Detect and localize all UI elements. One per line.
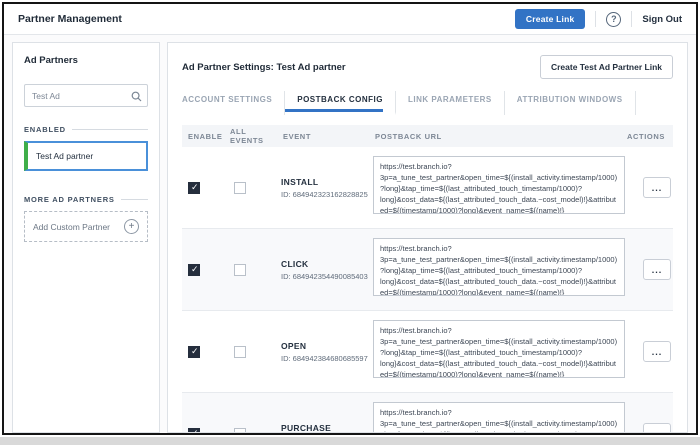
column-header-event: EVENT [281, 132, 373, 141]
search-input[interactable] [24, 84, 148, 107]
enable-checkbox[interactable] [188, 182, 200, 194]
sidebar-item-test-ad-partner[interactable]: Test Ad partner [24, 141, 148, 171]
topbar-actions: Create Link ? Sign Out [515, 9, 682, 29]
divider [72, 129, 148, 130]
divider [595, 11, 596, 27]
all-events-checkbox[interactable] [234, 264, 246, 276]
divider [631, 11, 632, 27]
more-partners-label: MORE AD PARTNERS [24, 195, 115, 204]
ad-partners-sidebar: Ad Partners ENABLED Test Ad partner MORE… [12, 42, 160, 433]
row-actions-button[interactable]: ... [643, 259, 671, 280]
help-icon[interactable]: ? [606, 12, 621, 27]
create-test-ad-partner-link-button[interactable]: Create Test Ad Partner Link [540, 55, 673, 79]
enabled-section-header: ENABLED [24, 125, 148, 134]
enable-checkbox[interactable] [188, 428, 200, 433]
event-id: ID: 684942354490085403 [281, 272, 373, 281]
row-actions-button[interactable]: ... [643, 341, 671, 362]
column-header-all-events: ALL EVENTS [228, 127, 281, 145]
sidebar-title: Ad Partners [24, 55, 148, 66]
desktop-background [0, 437, 700, 445]
enable-checkbox[interactable] [188, 264, 200, 276]
table-row-click: CLICK ID: 684942354490085403 https://tes… [182, 229, 673, 311]
add-custom-partner-label: Add Custom Partner [33, 222, 110, 232]
page-title: Partner Management [18, 13, 122, 25]
table-row-purchase: PURCHASE ID: 684942403815100446 https://… [182, 393, 673, 432]
partner-settings-panel: Ad Partner Settings: Test Ad partner Cre… [167, 42, 688, 433]
table-row-install: INSTALL ID: 684942323162828825 https://t… [182, 147, 673, 229]
top-bar: Partner Management Create Link ? Sign Ou… [4, 4, 696, 35]
event-id: ID: 684942384680685597 [281, 354, 373, 363]
create-link-button[interactable]: Create Link [515, 9, 586, 29]
more-partners-section-header: MORE AD PARTNERS [24, 195, 148, 204]
settings-header: Ad Partner Settings: Test Ad partner Cre… [182, 55, 673, 79]
postback-url-input[interactable]: https://test.branch.io?3p=a_tune_test_pa… [373, 156, 625, 214]
plus-circle-icon: + [124, 219, 139, 234]
postback-table: ENABLE ALL EVENTS EVENT POSTBACK URL ACT… [182, 125, 673, 432]
content-area: Ad Partners ENABLED Test Ad partner MORE… [4, 35, 696, 433]
event-name: CLICK [281, 259, 373, 269]
settings-title: Ad Partner Settings: Test Ad partner [182, 62, 346, 73]
app-window: Partner Management Create Link ? Sign Ou… [2, 2, 698, 435]
sign-out-button[interactable]: Sign Out [642, 14, 682, 25]
search-icon [131, 89, 142, 107]
partner-search [24, 84, 148, 107]
settings-tabs: ACCOUNT SETTINGS POSTBACK CONFIG LINK PA… [182, 91, 673, 115]
tab-attribution-windows[interactable]: ATTRIBUTION WINDOWS [505, 91, 636, 115]
column-header-enable: ENABLE [182, 132, 228, 141]
row-actions-button[interactable]: ... [643, 423, 671, 432]
all-events-checkbox[interactable] [234, 428, 246, 433]
tab-link-parameters[interactable]: LINK PARAMETERS [396, 91, 505, 115]
event-name: INSTALL [281, 177, 373, 187]
postback-url-input[interactable]: https://test.branch.io?3p=a_tune_test_pa… [373, 238, 625, 296]
postback-url-input[interactable]: https://test.branch.io?3p=a_tune_test_pa… [373, 402, 625, 432]
event-name: OPEN [281, 341, 373, 351]
table-header: ENABLE ALL EVENTS EVENT POSTBACK URL ACT… [182, 125, 673, 147]
all-events-checkbox[interactable] [234, 346, 246, 358]
tab-postback-config[interactable]: POSTBACK CONFIG [285, 91, 396, 115]
event-id: ID: 684942323162828825 [281, 190, 373, 199]
column-header-actions: ACTIONS [625, 132, 673, 141]
enable-checkbox[interactable] [188, 346, 200, 358]
tab-account-settings[interactable]: ACCOUNT SETTINGS [182, 91, 285, 115]
event-name: PURCHASE [281, 423, 373, 433]
table-row-open: OPEN ID: 684942384680685597 https://test… [182, 311, 673, 393]
column-header-postback-url: POSTBACK URL [373, 132, 625, 141]
enabled-label: ENABLED [24, 125, 66, 134]
divider [121, 199, 148, 200]
row-actions-button[interactable]: ... [643, 177, 671, 198]
postback-url-input[interactable]: https://test.branch.io?3p=a_tune_test_pa… [373, 320, 625, 378]
all-events-checkbox[interactable] [234, 182, 246, 194]
add-custom-partner-button[interactable]: Add Custom Partner + [24, 211, 148, 242]
